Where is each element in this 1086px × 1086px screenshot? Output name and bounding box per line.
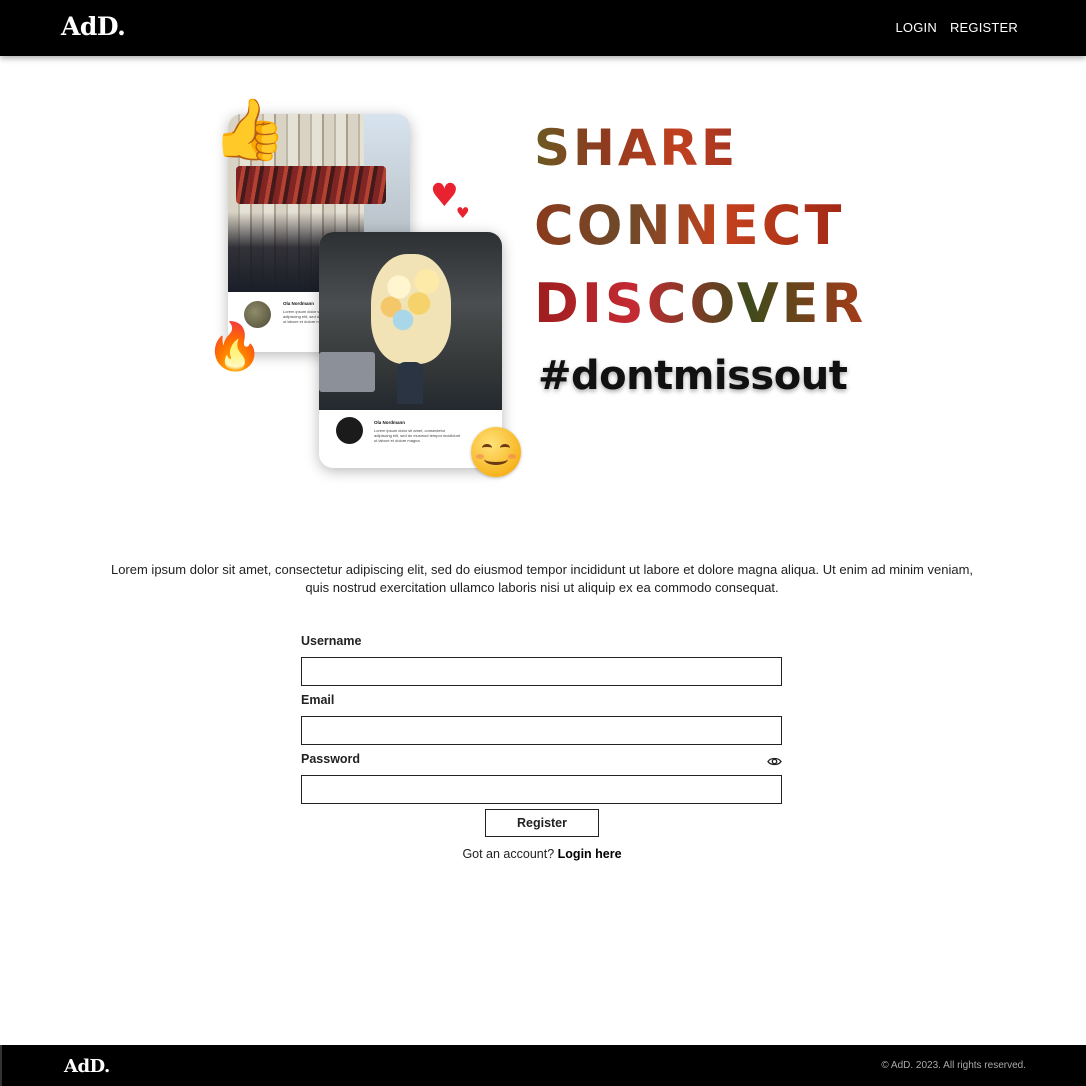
username-input[interactable] [301, 657, 782, 686]
hero-banner: Ola Nordmann Lorem ipsum dolor sit amet,… [200, 95, 900, 485]
headline-share: SHARE [534, 119, 739, 177]
login-prompt-text: Got an account? [462, 847, 555, 861]
brand-logo[interactable]: AdD. [61, 12, 126, 41]
nav-login-link[interactable]: LOGIN [895, 20, 936, 35]
eye-icon[interactable] [767, 756, 782, 767]
photo-van [319, 352, 375, 392]
heart-icon: ♥ [456, 204, 470, 222]
email-label: Email [301, 693, 335, 707]
username-label: Username [301, 634, 362, 648]
copyright-text: © AdD. 2023. All rights reserved. [881, 1060, 1026, 1071]
email-input[interactable] [301, 716, 782, 745]
top-navbar: AdD. LOGIN REGISTER [0, 0, 1086, 56]
avatar [336, 417, 363, 444]
photo-figure [397, 362, 423, 404]
post-caption: Lorem ipsum dolor sit amet, consectetur … [374, 428, 461, 443]
post-card-preview: Ola Nordmann Lorem ipsum dolor sit amet,… [319, 232, 502, 468]
nav-register-link[interactable]: REGISTER [950, 20, 1018, 35]
register-button[interactable]: Register [485, 809, 599, 837]
fire-icon: 🔥 [206, 319, 264, 373]
heart-icon: ♥ [430, 176, 459, 214]
post-author: Ola Nordmann [374, 420, 406, 425]
login-here-link[interactable]: Login here [558, 847, 622, 861]
password-input[interactable] [301, 775, 782, 804]
hashtag-headline: #dontmissout [538, 353, 848, 399]
photo-awning [236, 166, 386, 204]
post-author: Ola Nordmann [283, 301, 315, 306]
intro-paragraph: Lorem ipsum dolor sit amet, consectetur … [110, 562, 974, 595]
smiling-face-icon [471, 427, 521, 477]
headline-connect: CONNECT [534, 194, 845, 257]
password-label: Password [301, 752, 361, 766]
login-prompt: Got an account? Login here [301, 847, 783, 861]
top-nav: LOGIN REGISTER [895, 20, 1018, 35]
thumbs-up-icon: 👍 [212, 95, 287, 165]
site-footer: AdD. © AdD. 2023. All rights reserved. [0, 1045, 1086, 1086]
footer-logo[interactable]: AdD. [64, 1056, 110, 1077]
photo-balloons [371, 254, 451, 364]
headline-discover: DISCOVER [534, 272, 867, 335]
post-photo-balloons [319, 232, 502, 410]
